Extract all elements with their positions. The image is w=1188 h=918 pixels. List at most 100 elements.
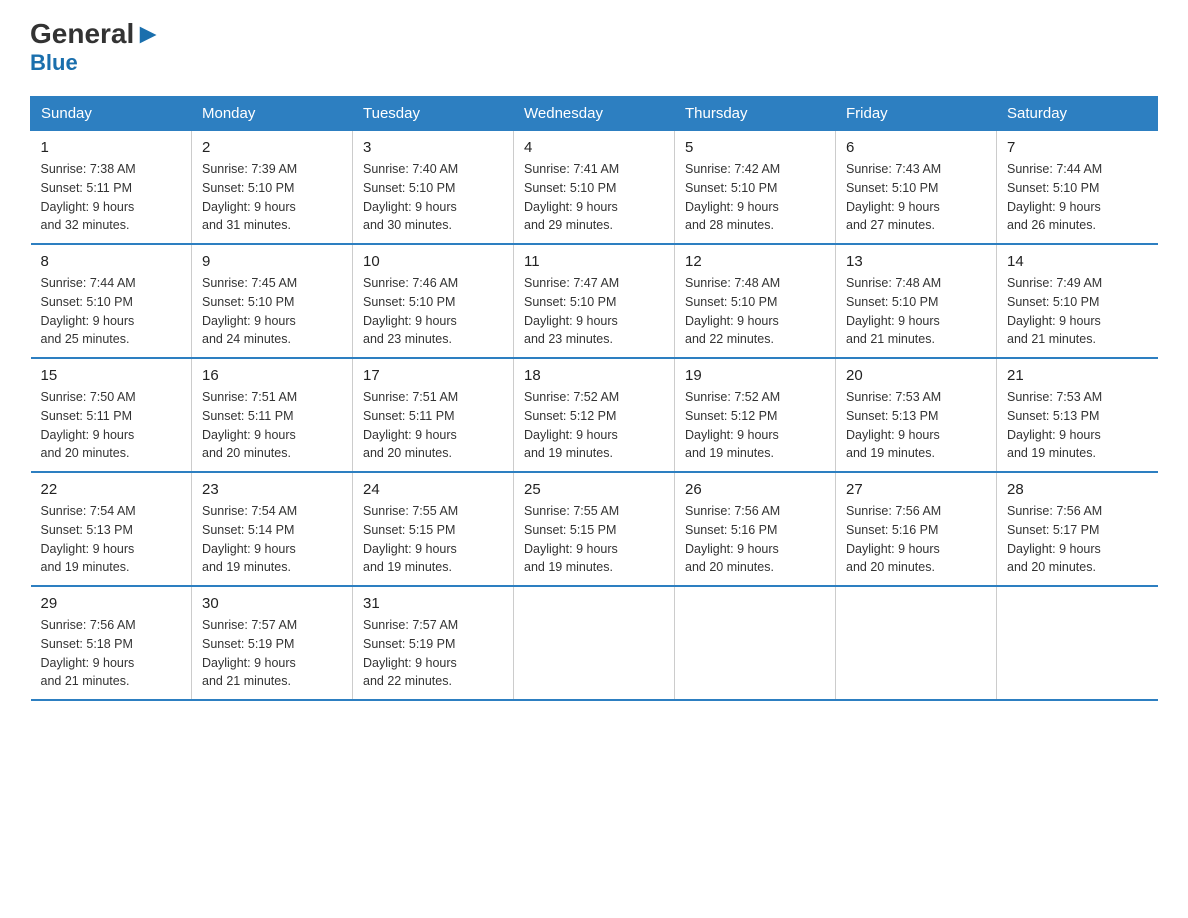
day-info: Sunrise: 7:42 AMSunset: 5:10 PMDaylight:…	[685, 160, 825, 235]
calendar-cell: 21 Sunrise: 7:53 AMSunset: 5:13 PMDayligh…	[997, 358, 1158, 472]
day-number: 26	[685, 481, 825, 498]
day-number: 9	[202, 253, 342, 270]
day-number: 27	[846, 481, 986, 498]
header-wednesday: Wednesday	[514, 97, 675, 131]
day-info: Sunrise: 7:56 AMSunset: 5:17 PMDaylight:…	[1007, 502, 1148, 577]
calendar-cell	[997, 586, 1158, 700]
header-friday: Friday	[836, 97, 997, 131]
day-info: Sunrise: 7:57 AMSunset: 5:19 PMDaylight:…	[363, 616, 503, 691]
calendar-cell: 6 Sunrise: 7:43 AMSunset: 5:10 PMDaylight…	[836, 131, 997, 245]
calendar-cell: 1 Sunrise: 7:38 AMSunset: 5:11 PMDaylight…	[31, 131, 192, 245]
logo-general-text: General►	[30, 20, 162, 48]
day-info: Sunrise: 7:40 AMSunset: 5:10 PMDaylight:…	[363, 160, 503, 235]
day-number: 19	[685, 367, 825, 384]
day-number: 12	[685, 253, 825, 270]
day-info: Sunrise: 7:55 AMSunset: 5:15 PMDaylight:…	[363, 502, 503, 577]
day-info: Sunrise: 7:56 AMSunset: 5:16 PMDaylight:…	[846, 502, 986, 577]
calendar-cell: 2 Sunrise: 7:39 AMSunset: 5:10 PMDaylight…	[192, 131, 353, 245]
week-row-1: 1 Sunrise: 7:38 AMSunset: 5:11 PMDaylight…	[31, 131, 1158, 245]
header-monday: Monday	[192, 97, 353, 131]
day-info: Sunrise: 7:49 AMSunset: 5:10 PMDaylight:…	[1007, 274, 1148, 349]
day-info: Sunrise: 7:41 AMSunset: 5:10 PMDaylight:…	[524, 160, 664, 235]
calendar-cell: 31 Sunrise: 7:57 AMSunset: 5:19 PMDayligh…	[353, 586, 514, 700]
calendar-cell: 22Sunrise: 7:54 AMSunset: 5:13 PMDayligh…	[31, 472, 192, 586]
day-number: 5	[685, 139, 825, 156]
day-number: 25	[524, 481, 664, 498]
day-info: Sunrise: 7:48 AMSunset: 5:10 PMDaylight:…	[685, 274, 825, 349]
day-number: 14	[1007, 253, 1148, 270]
calendar-cell: 14 Sunrise: 7:49 AMSunset: 5:10 PMDayligh…	[997, 244, 1158, 358]
day-info: Sunrise: 7:50 AMSunset: 5:11 PMDaylight:…	[41, 388, 182, 463]
calendar-cell: 27 Sunrise: 7:56 AMSunset: 5:16 PMDayligh…	[836, 472, 997, 586]
day-number: 30	[202, 595, 342, 612]
calendar-cell: 29 Sunrise: 7:56 AMSunset: 5:18 PMDayligh…	[31, 586, 192, 700]
calendar-cell: 12 Sunrise: 7:48 AMSunset: 5:10 PMDayligh…	[675, 244, 836, 358]
day-number: 17	[363, 367, 503, 384]
calendar-cell: 24 Sunrise: 7:55 AMSunset: 5:15 PMDayligh…	[353, 472, 514, 586]
week-row-2: 8 Sunrise: 7:44 AMSunset: 5:10 PMDaylight…	[31, 244, 1158, 358]
day-number: 7	[1007, 139, 1148, 156]
day-number: 21	[1007, 367, 1148, 384]
day-info: Sunrise: 7:46 AMSunset: 5:10 PMDaylight:…	[363, 274, 503, 349]
day-number: 24	[363, 481, 503, 498]
day-info: Sunrise: 7:56 AMSunset: 5:16 PMDaylight:…	[685, 502, 825, 577]
day-info: Sunrise: 7:38 AMSunset: 5:11 PMDaylight:…	[41, 160, 182, 235]
calendar-cell	[514, 586, 675, 700]
calendar-cell: 30 Sunrise: 7:57 AMSunset: 5:19 PMDayligh…	[192, 586, 353, 700]
day-number: 16	[202, 367, 342, 384]
day-number: 2	[202, 139, 342, 156]
calendar-cell: 10 Sunrise: 7:46 AMSunset: 5:10 PMDayligh…	[353, 244, 514, 358]
day-info: Sunrise: 7:47 AMSunset: 5:10 PMDaylight:…	[524, 274, 664, 349]
week-row-4: 22Sunrise: 7:54 AMSunset: 5:13 PMDayligh…	[31, 472, 1158, 586]
calendar-cell: 3 Sunrise: 7:40 AMSunset: 5:10 PMDaylight…	[353, 131, 514, 245]
day-info: Sunrise: 7:43 AMSunset: 5:10 PMDaylight:…	[846, 160, 986, 235]
day-info: Sunrise: 7:44 AMSunset: 5:10 PMDaylight:…	[41, 274, 182, 349]
calendar-cell	[675, 586, 836, 700]
calendar-cell: 18Sunrise: 7:52 AMSunset: 5:12 PMDayligh…	[514, 358, 675, 472]
day-number: 4	[524, 139, 664, 156]
calendar-cell: 4 Sunrise: 7:41 AMSunset: 5:10 PMDaylight…	[514, 131, 675, 245]
day-info: Sunrise: 7:53 AMSunset: 5:13 PMDaylight:…	[1007, 388, 1148, 463]
calendar-cell: 19 Sunrise: 7:52 AMSunset: 5:12 PMDayligh…	[675, 358, 836, 472]
day-number: 11	[524, 253, 664, 270]
calendar-cell: 15Sunrise: 7:50 AMSunset: 5:11 PMDayligh…	[31, 358, 192, 472]
day-info: Sunrise: 7:51 AMSunset: 5:11 PMDaylight:…	[202, 388, 342, 463]
logo-blue-text: Blue	[30, 50, 78, 76]
day-info: Sunrise: 7:54 AMSunset: 5:13 PMDaylight:…	[41, 502, 182, 577]
day-info: Sunrise: 7:45 AMSunset: 5:10 PMDaylight:…	[202, 274, 342, 349]
logo: General► Blue	[30, 20, 162, 76]
day-number: 28	[1007, 481, 1148, 498]
calendar-cell: 26 Sunrise: 7:56 AMSunset: 5:16 PMDayligh…	[675, 472, 836, 586]
calendar-cell: 11 Sunrise: 7:47 AMSunset: 5:10 PMDayligh…	[514, 244, 675, 358]
day-number: 31	[363, 595, 503, 612]
day-headers-row: Sunday Monday Tuesday Wednesday Thursday…	[31, 97, 1158, 131]
calendar-cell: 28 Sunrise: 7:56 AMSunset: 5:17 PMDayligh…	[997, 472, 1158, 586]
day-number: 13	[846, 253, 986, 270]
calendar-cell	[836, 586, 997, 700]
day-info: Sunrise: 7:57 AMSunset: 5:19 PMDaylight:…	[202, 616, 342, 691]
header-saturday: Saturday	[997, 97, 1158, 131]
day-info: Sunrise: 7:55 AMSunset: 5:15 PMDaylight:…	[524, 502, 664, 577]
header: General► Blue	[30, 20, 1158, 76]
calendar-cell: 17Sunrise: 7:51 AMSunset: 5:11 PMDayligh…	[353, 358, 514, 472]
day-info: Sunrise: 7:39 AMSunset: 5:10 PMDaylight:…	[202, 160, 342, 235]
header-thursday: Thursday	[675, 97, 836, 131]
calendar-cell: 16 Sunrise: 7:51 AMSunset: 5:11 PMDayligh…	[192, 358, 353, 472]
day-number: 29	[41, 595, 182, 612]
day-number: 6	[846, 139, 986, 156]
day-info: Sunrise: 7:52 AMSunset: 5:12 PMDaylight:…	[685, 388, 825, 463]
day-info: Sunrise: 7:44 AMSunset: 5:10 PMDaylight:…	[1007, 160, 1148, 235]
day-number: 10	[363, 253, 503, 270]
calendar-cell: 25 Sunrise: 7:55 AMSunset: 5:15 PMDayligh…	[514, 472, 675, 586]
header-tuesday: Tuesday	[353, 97, 514, 131]
calendar-cell: 23Sunrise: 7:54 AMSunset: 5:14 PMDayligh…	[192, 472, 353, 586]
header-sunday: Sunday	[31, 97, 192, 131]
day-info: Sunrise: 7:53 AMSunset: 5:13 PMDaylight:…	[846, 388, 986, 463]
calendar-cell: 20 Sunrise: 7:53 AMSunset: 5:13 PMDayligh…	[836, 358, 997, 472]
day-number: 20	[846, 367, 986, 384]
day-info: Sunrise: 7:56 AMSunset: 5:18 PMDaylight:…	[41, 616, 182, 691]
day-number: 8	[41, 253, 182, 270]
day-number: 18	[524, 367, 664, 384]
day-number: 1	[41, 139, 182, 156]
day-number: 3	[363, 139, 503, 156]
